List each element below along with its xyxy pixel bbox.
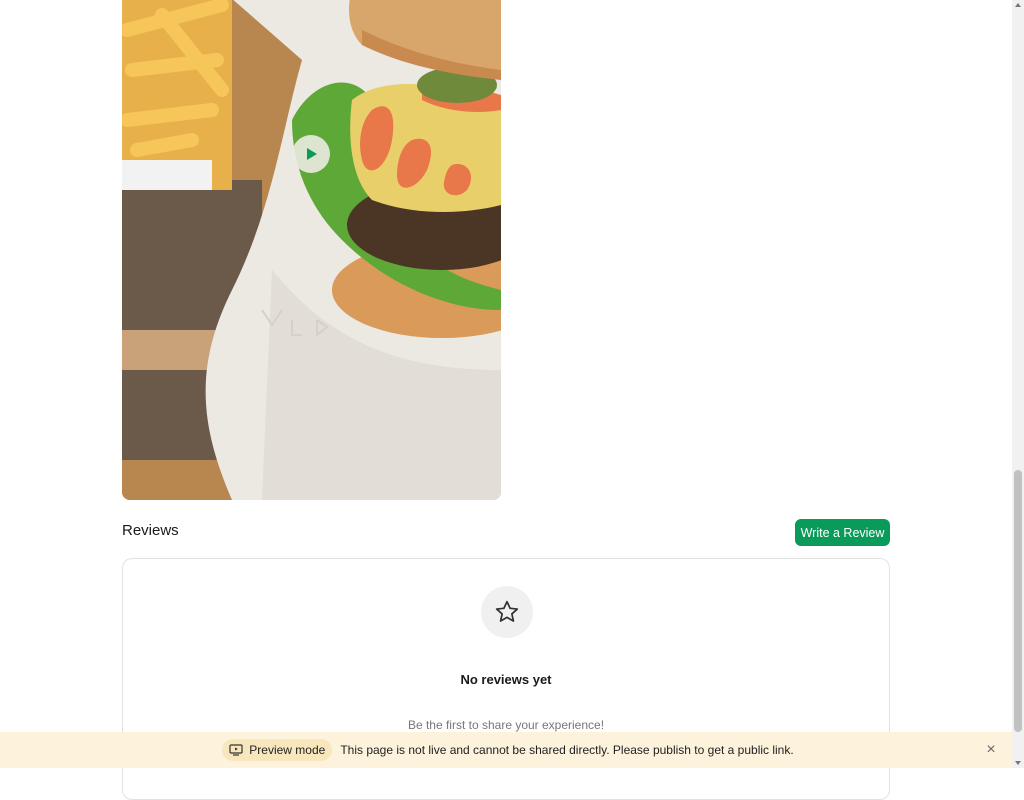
preview-banner: Preview mode This page is not live and c… (0, 732, 1012, 768)
empty-state-title: No reviews yet (460, 672, 552, 687)
vertical-scrollbar[interactable] (1012, 0, 1024, 768)
play-button[interactable] (292, 135, 330, 173)
close-banner-button[interactable]: × (982, 741, 1000, 759)
preview-mode-label: Preview mode (249, 743, 326, 757)
page: Reviews Write a Review No reviews yet Be… (0, 0, 1012, 800)
scroll-down-arrow-icon[interactable] (1015, 761, 1021, 765)
preview-message: This page is not live and cannot be shar… (340, 743, 794, 757)
burger-photo (122, 0, 501, 500)
write-review-button[interactable]: Write a Review (795, 519, 890, 546)
play-icon (307, 148, 317, 160)
empty-state-icon-circle (481, 586, 533, 638)
empty-state-subtitle: Be the first to share your experience! (407, 718, 605, 732)
preview-mode-badge: Preview mode (222, 739, 333, 761)
reviews-heading: Reviews (122, 522, 179, 539)
monitor-icon (229, 744, 243, 756)
scroll-thumb[interactable] (1014, 470, 1022, 732)
close-icon: × (986, 741, 996, 758)
star-icon (495, 600, 519, 622)
scroll-up-arrow-icon[interactable] (1015, 3, 1021, 7)
media-card[interactable] (122, 0, 501, 500)
